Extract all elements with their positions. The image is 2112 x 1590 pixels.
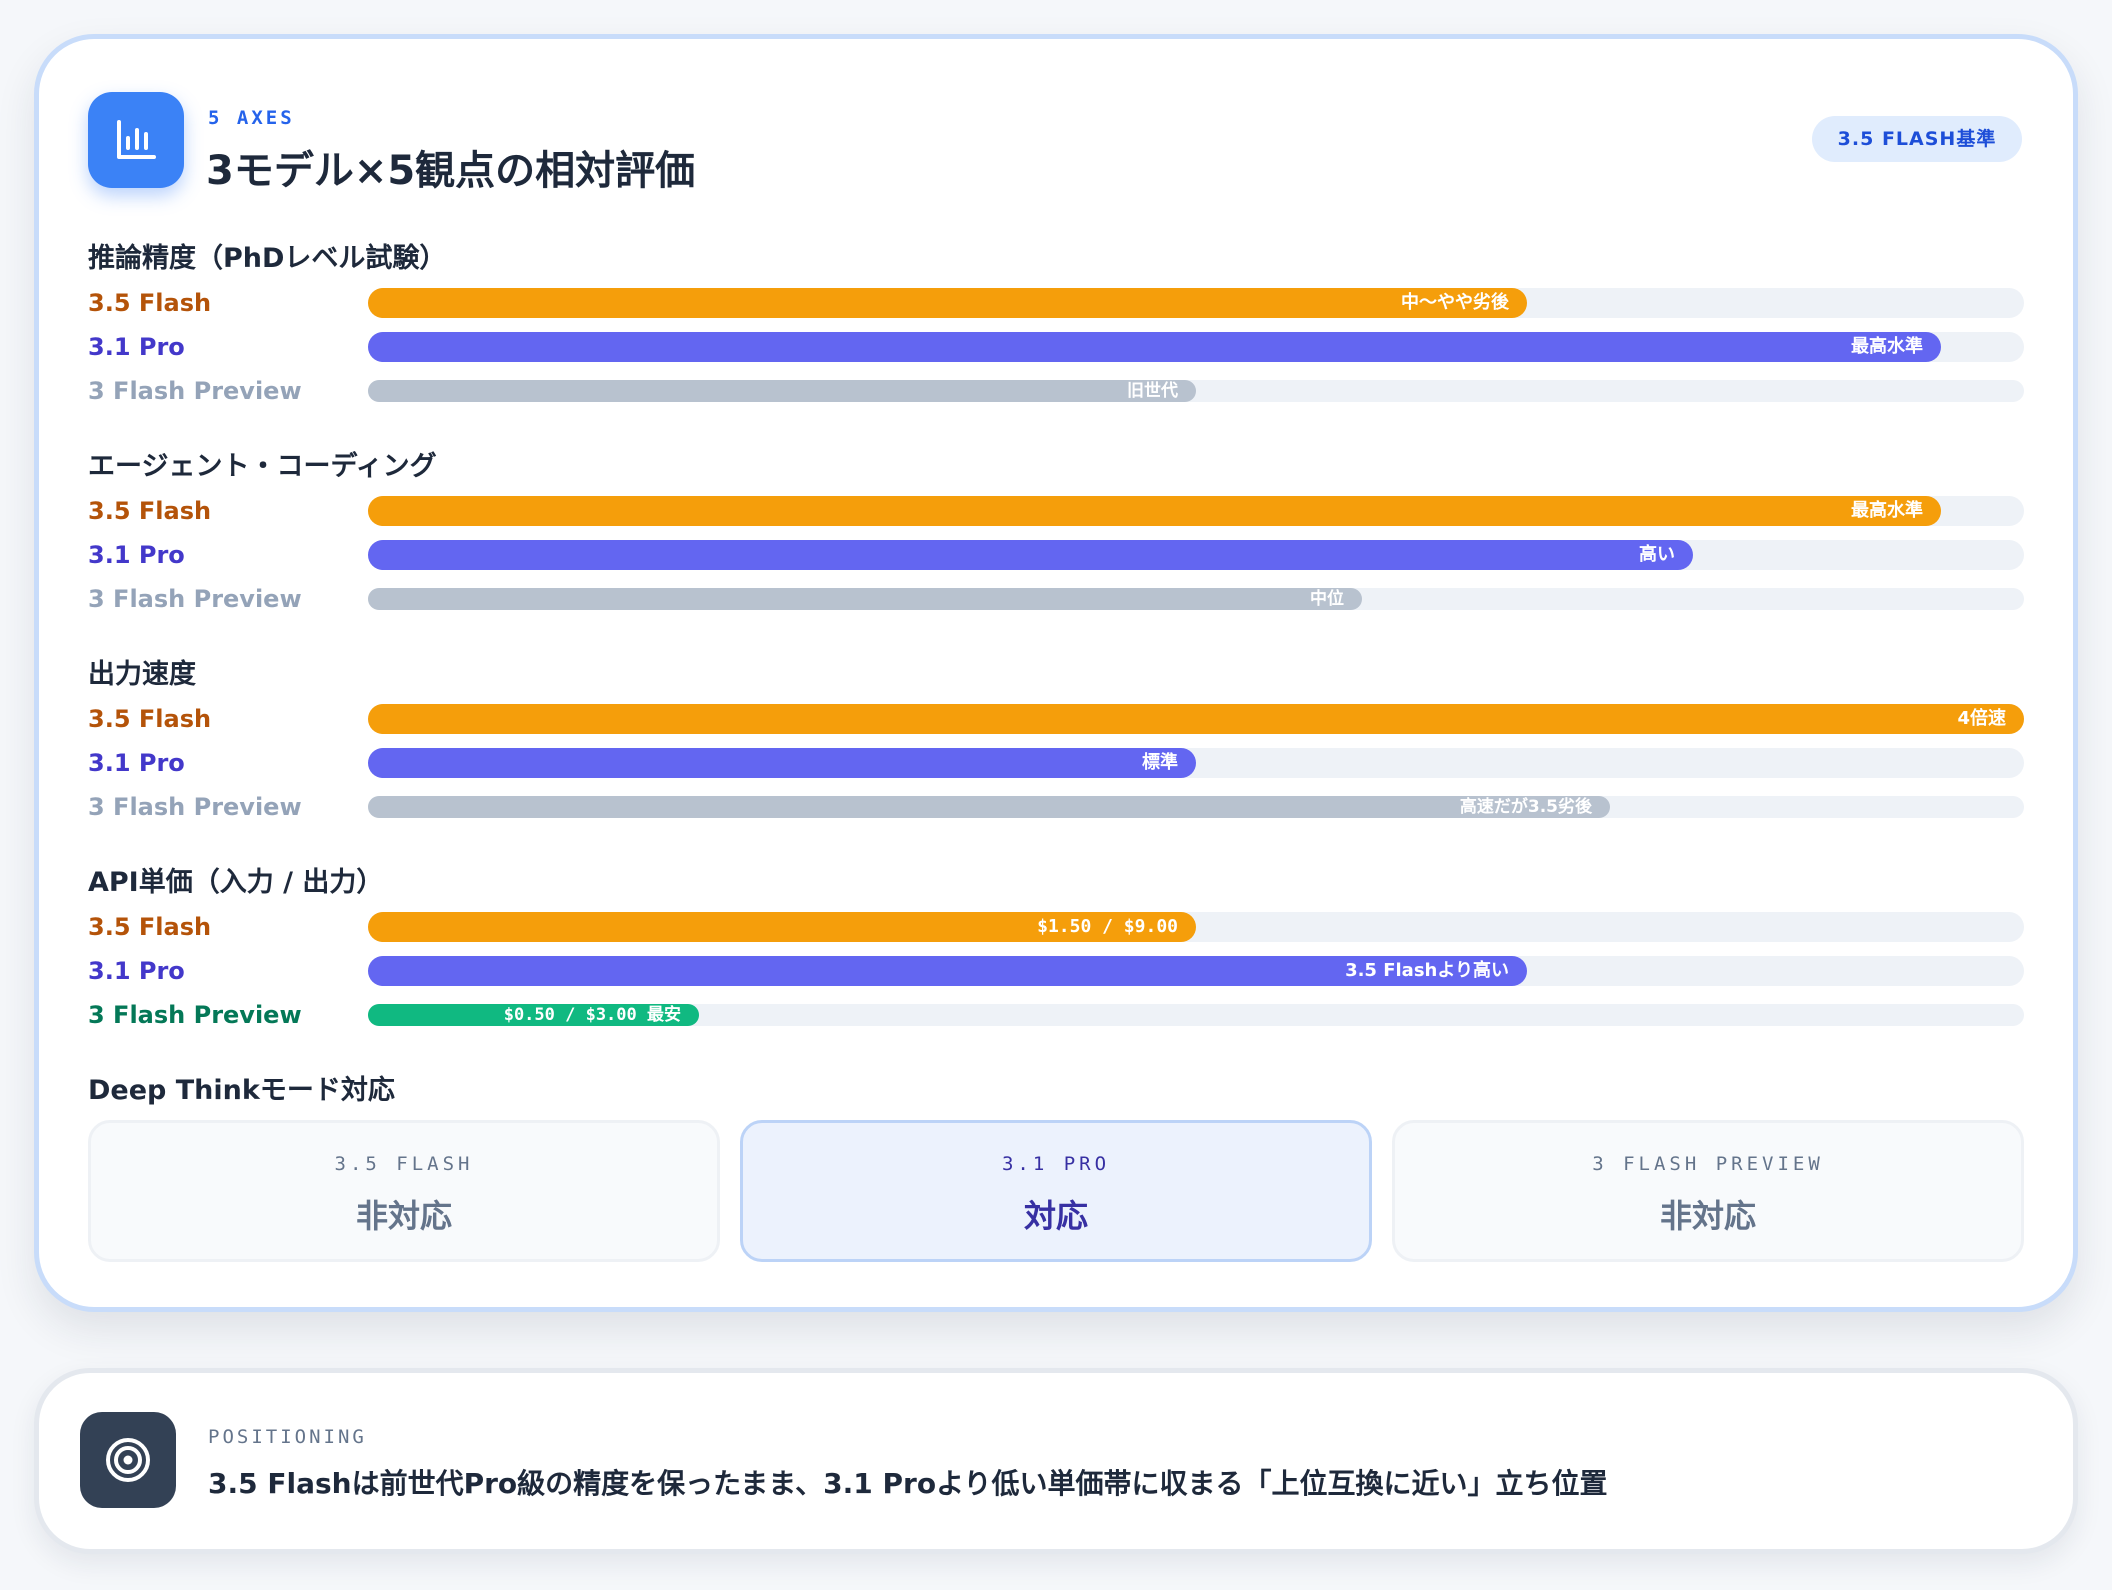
bar-track: 4倍速 (368, 704, 2024, 734)
chart-title: エージェント・コーディング (88, 451, 437, 482)
bar-value-label: 中位 (1310, 589, 1344, 609)
bar-track: $0.50 / $3.00 最安 (368, 1004, 2024, 1026)
bar-flash35: $1.50 / $9.00 (368, 912, 1196, 942)
bar-track: 高い (368, 540, 2024, 570)
deep-think-card-pro31: 3.1 PRO 対応 (740, 1120, 1372, 1262)
bar-value-label: $0.50 / $3.00 最安 (503, 1005, 681, 1025)
deep-think-card-preview3: 3 FLASH PREVIEW 非対応 (1392, 1120, 2024, 1262)
bar-chart-icon (88, 92, 184, 188)
chart-title: 出力速度 (88, 659, 196, 690)
bar-value-label: 高い (1639, 544, 1675, 565)
series-label-pro31: 3.1 Pro (88, 749, 185, 777)
positioning-card (34, 1368, 2078, 1554)
series-label-pro31: 3.1 Pro (88, 541, 185, 569)
bar-value-label: $1.50 / $9.00 (1037, 916, 1178, 937)
bar-value-label: 標準 (1142, 752, 1178, 773)
baseline-badge: 3.5 FLASH基準 (1812, 116, 2022, 162)
bar-pro31: 標準 (368, 748, 1196, 778)
bar-value-label: 4倍速 (1957, 708, 2006, 729)
series-label-flash35: 3.5 Flash (88, 913, 212, 941)
bar-preview3: $0.50 / $3.00 最安 (368, 1004, 699, 1026)
bar-track: 中位 (368, 588, 2024, 610)
header-eyebrow: 5 AXES (208, 107, 295, 129)
bar-value-label: 旧世代 (1127, 381, 1178, 401)
bar-flash35: 4倍速 (368, 704, 2024, 734)
bar-value-label: 最高水準 (1851, 336, 1923, 357)
bar-value-label: 3.5 Flashより高い (1345, 960, 1509, 981)
bar-value-label: 最高水準 (1851, 500, 1923, 521)
deep-think-status: 非対応 (355, 1197, 452, 1235)
deep-think-title: Deep Thinkモード対応 (88, 1075, 395, 1106)
deep-think-card-flash35: 3.5 FLASH 非対応 (88, 1120, 720, 1262)
bar-track: 最高水準 (368, 496, 2024, 526)
bar-value-label: 中〜やや劣後 (1401, 292, 1509, 313)
page-title: 3モデル×5観点の相対評価 (206, 148, 696, 194)
series-label-preview3: 3 Flash Preview (88, 793, 302, 821)
bar-track: 最高水準 (368, 332, 2024, 362)
deep-think-model: 3 FLASH PREVIEW (1592, 1153, 1824, 1175)
bar-pro31: 高い (368, 540, 1693, 570)
bar-flash35: 中〜やや劣後 (368, 288, 1527, 318)
series-label-pro31: 3.1 Pro (88, 957, 185, 985)
series-label-flash35: 3.5 Flash (88, 705, 212, 733)
series-label-preview3: 3 Flash Preview (88, 377, 302, 405)
bar-track: 旧世代 (368, 380, 2024, 402)
bar-flash35: 最高水準 (368, 496, 1941, 526)
bar-preview3: 旧世代 (368, 380, 1196, 402)
series-label-preview3: 3 Flash Preview (88, 585, 302, 613)
bar-value-label: 高速だが3.5劣後 (1459, 797, 1592, 817)
bar-track: 高速だが3.5劣後 (368, 796, 2024, 818)
deep-think-status: 非対応 (1659, 1197, 1756, 1235)
bar-track: 3.5 Flashより高い (368, 956, 2024, 986)
series-label-preview3: 3 Flash Preview (88, 1001, 302, 1029)
bar-track: $1.50 / $9.00 (368, 912, 2024, 942)
deep-think-model: 3.5 FLASH (334, 1153, 474, 1175)
bar-preview3: 中位 (368, 588, 1362, 610)
bar-track: 中〜やや劣後 (368, 288, 2024, 318)
bar-preview3: 高速だが3.5劣後 (368, 796, 1610, 818)
bar-pro31: 3.5 Flashより高い (368, 956, 1527, 986)
chart-title: API単価（入力 / 出力） (88, 867, 384, 898)
series-label-flash35: 3.5 Flash (88, 289, 212, 317)
positioning-text: 3.5 Flashは前世代Pro級の精度を保ったまま、3.1 Proより低い単価… (208, 1467, 1608, 1500)
chart-title: 推論精度（PhDレベル試験） (88, 243, 447, 274)
series-label-pro31: 3.1 Pro (88, 333, 185, 361)
series-label-flash35: 3.5 Flash (88, 497, 212, 525)
deep-think-status: 対応 (1023, 1197, 1088, 1235)
deep-think-model: 3.1 PRO (1001, 1153, 1111, 1175)
positioning-eyebrow: POSITIONING (208, 1426, 367, 1448)
bar-pro31: 最高水準 (368, 332, 1941, 362)
bar-track: 標準 (368, 748, 2024, 778)
target-icon (80, 1412, 176, 1508)
